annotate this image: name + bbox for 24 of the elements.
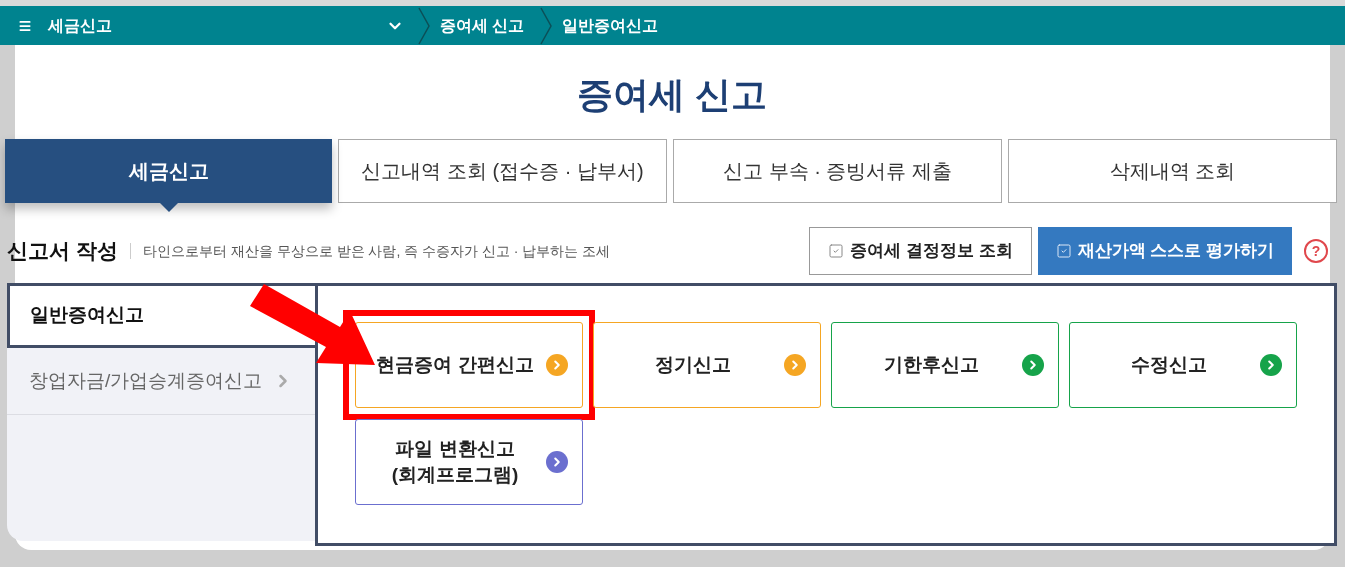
- action-button[interactable]: 재산가액 스스로 평가하기: [1037, 227, 1292, 275]
- option-card[interactable]: 파일 변환신고 (회계프로그램): [355, 419, 583, 505]
- section-title: 신고서 작성: [7, 238, 118, 265]
- option-card[interactable]: 현금증여 간편신고: [355, 322, 583, 408]
- breadcrumb-link[interactable]: 증여세 신고: [430, 13, 535, 38]
- tab[interactable]: 삭제내역 조회: [1008, 139, 1337, 203]
- breadcrumb-link[interactable]: 일반증여신고: [552, 13, 669, 38]
- tab[interactable]: 신고 부속 · 증빙서류 제출: [673, 139, 1002, 203]
- option-card[interactable]: 수정신고: [1069, 322, 1297, 408]
- section-description: 타인으로부터 재산을 무상으로 받은 사람, 즉 수증자가 신고 · 납부하는 조세: [142, 241, 612, 261]
- option-card[interactable]: 정기신고: [593, 322, 821, 408]
- breadcrumb-separator-icon: [540, 6, 553, 45]
- tab-pointer-icon: [159, 203, 178, 212]
- checkbox-icon: [828, 243, 845, 259]
- tab[interactable]: 신고내역 조회 (접수증 · 납부서): [338, 139, 667, 203]
- menu-dropdown[interactable]: 세금신고: [0, 6, 412, 45]
- breadcrumb-separator-icon: [418, 6, 430, 45]
- menu-icon: [18, 18, 32, 33]
- sidebar-item[interactable]: 일반증여신고: [7, 283, 315, 348]
- option-card[interactable]: 기한후신고: [831, 322, 1059, 408]
- help-button[interactable]: ?: [1304, 239, 1328, 263]
- checkbox-icon: [1055, 243, 1072, 259]
- action-button[interactable]: 증여세 결정정보 조회: [809, 227, 1032, 275]
- page-title: 증여세 신고: [576, 73, 769, 117]
